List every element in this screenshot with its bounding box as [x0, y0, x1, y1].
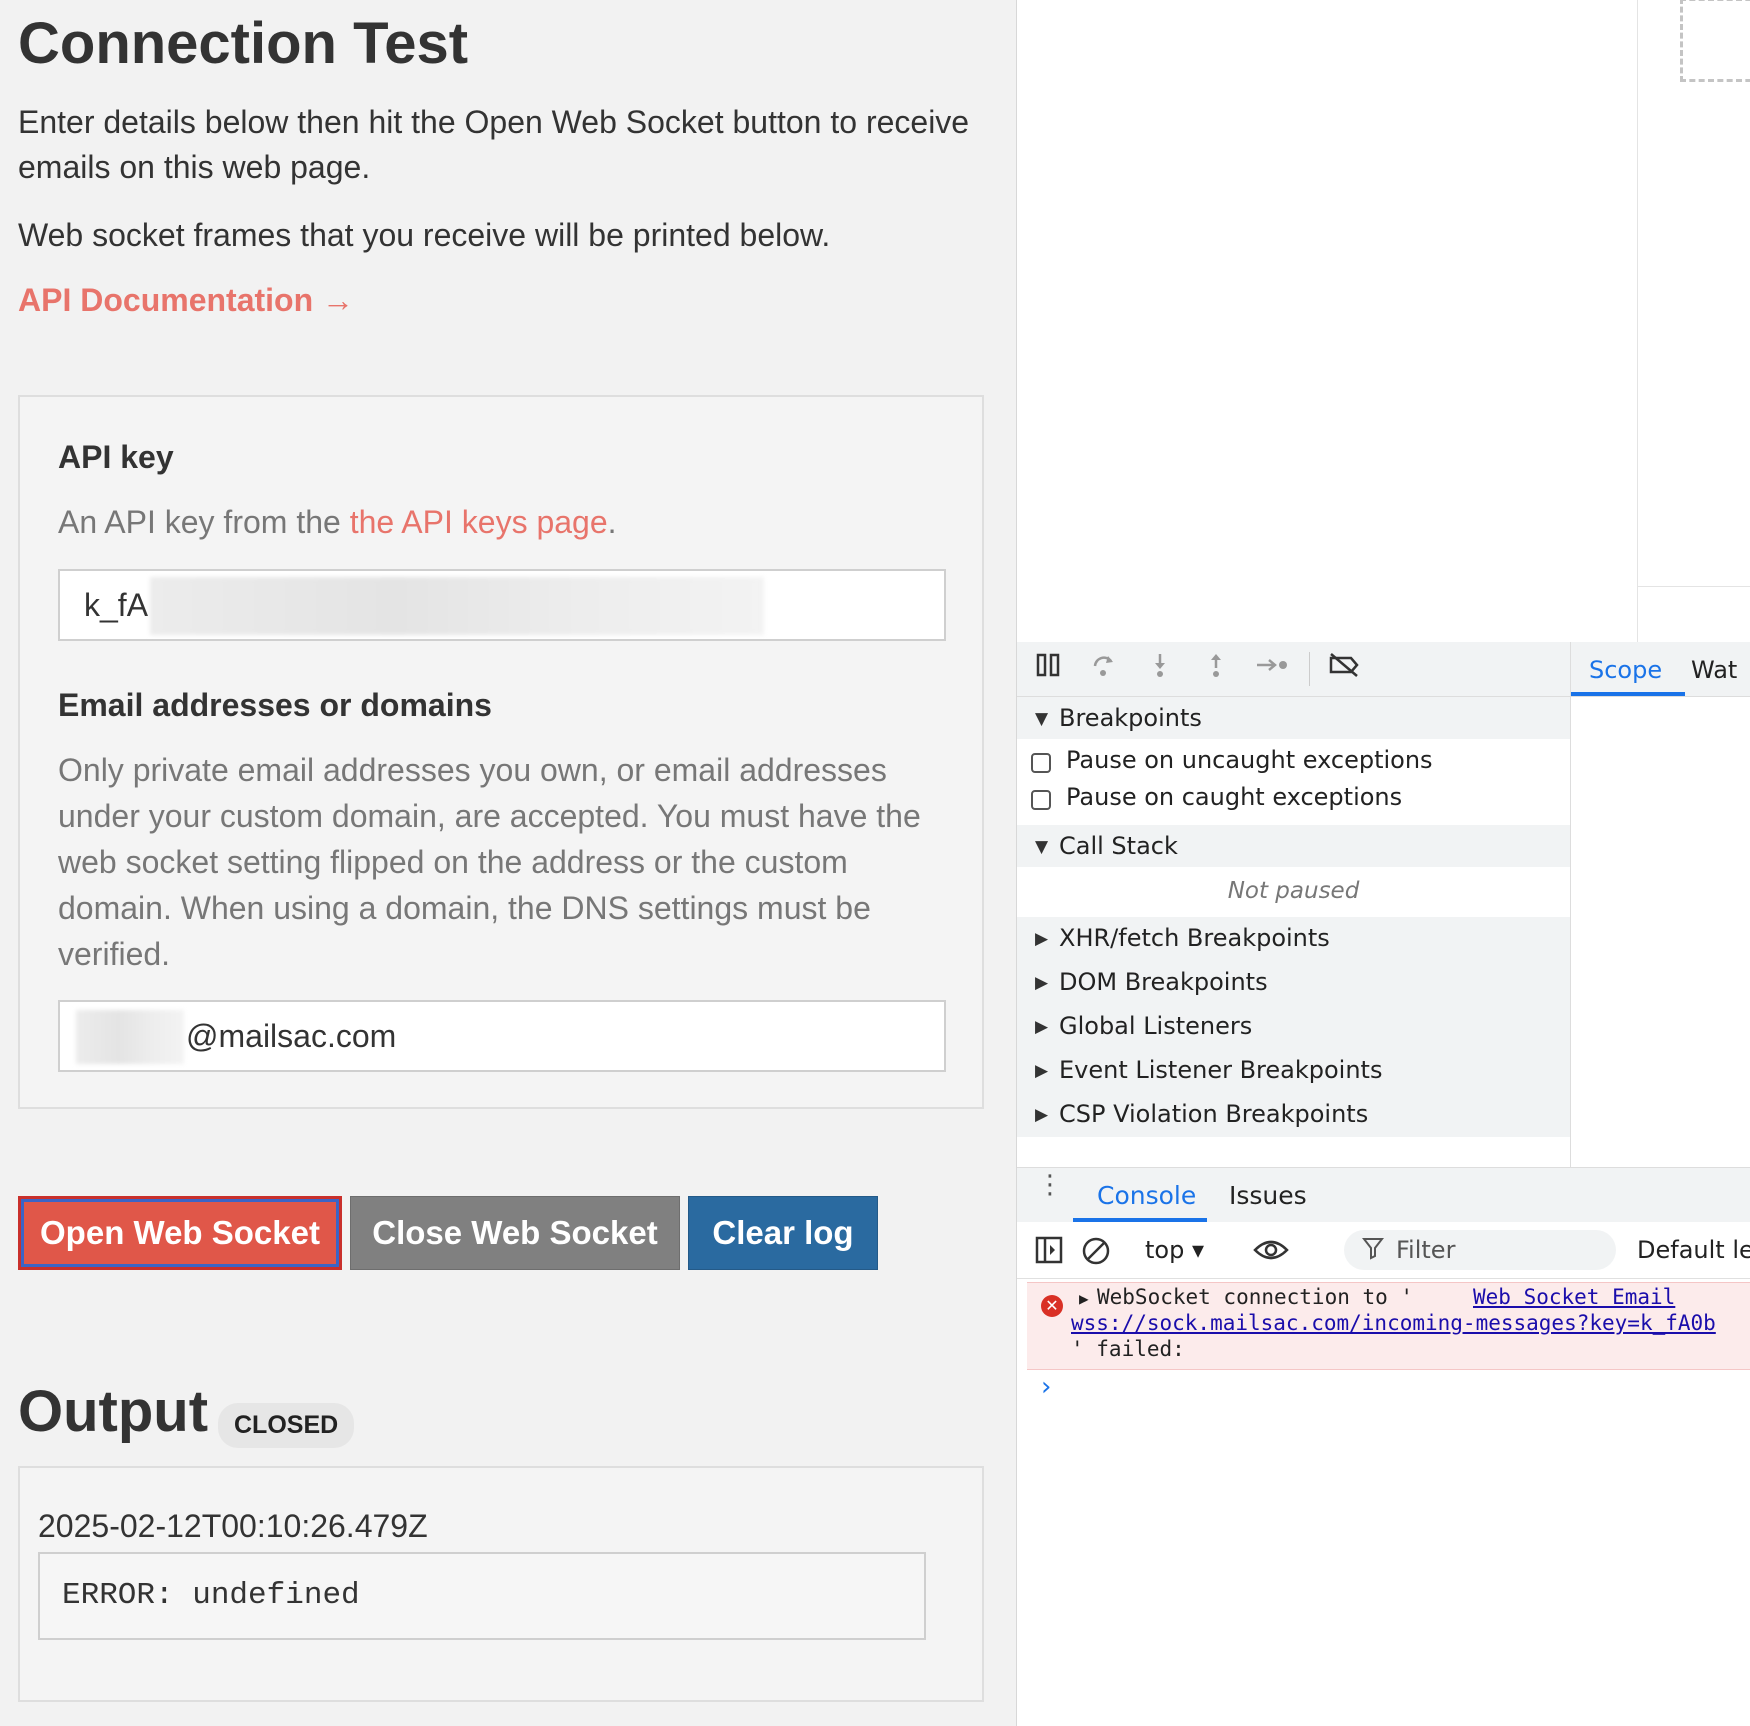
emails-label: Email addresses or domains — [58, 687, 492, 723]
step-icon[interactable] — [1255, 652, 1289, 686]
step-out-icon[interactable] — [1199, 652, 1233, 686]
api-key-help-suffix: . — [607, 504, 617, 540]
settings-card: API key An API key from the the API keys… — [18, 395, 984, 1109]
tab-issues[interactable]: Issues — [1229, 1181, 1307, 1210]
error-source-link[interactable]: Web Socket Email — [1473, 1285, 1675, 1309]
expanded-triangle-icon: ▼ — [1035, 709, 1049, 729]
error-line-text: WebSocket connection to ' — [1097, 1285, 1414, 1309]
sidebar-toggle-icon[interactable] — [1035, 1236, 1063, 1268]
event-listener-breakpoints-section[interactable]: ▶ Event Listener Breakpoints — [1017, 1049, 1570, 1091]
section-label: Event Listener Breakpoints — [1059, 1056, 1383, 1084]
api-key-input[interactable]: k_fA — [58, 569, 946, 641]
output-message: ERROR: undefined — [38, 1552, 926, 1640]
live-expression-eye-icon[interactable] — [1253, 1236, 1289, 1268]
breakpoints-section-header[interactable]: ▼ Breakpoints — [1017, 697, 1570, 739]
filter-icon — [1361, 1236, 1385, 1266]
active-tab-indicator — [1571, 692, 1685, 696]
error-url-link[interactable]: wss://sock.mailsac.com/incoming-messages… — [1071, 1311, 1716, 1335]
redacted-blur — [76, 1010, 184, 1064]
toolbar-separator — [1309, 652, 1310, 686]
section-label: Global Listeners — [1059, 1012, 1253, 1040]
pause-uncaught-checkbox[interactable] — [1031, 753, 1051, 773]
not-paused-text: Not paused — [1227, 878, 1360, 904]
output-title: Output — [18, 1379, 209, 1444]
divider — [1637, 0, 1638, 642]
expand-triangle-icon[interactable]: ▶ — [1079, 1289, 1089, 1308]
clear-console-icon[interactable] — [1081, 1236, 1111, 1270]
devtools-panel: Scope Wat ▼ Breakpoints Pause on uncaugh… — [1017, 642, 1750, 1726]
frames-note: Web socket frames that you receive will … — [18, 217, 831, 253]
api-key-help-prefix: An API key from the — [58, 504, 350, 540]
clear-log-button[interactable]: Clear log — [688, 1196, 878, 1270]
pause-uncaught-label: Pause on uncaught exceptions — [1066, 746, 1433, 774]
log-levels-dropdown[interactable]: Default lev — [1637, 1236, 1750, 1264]
api-key-help: An API key from the the API keys page. — [58, 499, 938, 545]
web-page: Connection Test Enter details below then… — [0, 0, 1016, 1726]
output-timestamp: 2025-02-12T00:10:26.479Z — [38, 1508, 428, 1544]
tab-scope[interactable]: Scope — [1589, 656, 1662, 684]
redacted-blur — [150, 577, 764, 635]
pause-caught-label: Pause on caught exceptions — [1066, 783, 1403, 811]
debugger-toolbar — [1017, 642, 1570, 697]
console-error-message: ✕ ▶ WebSocket connection to ' Web Socket… — [1027, 1282, 1750, 1370]
emails-value: @mailsac.com — [186, 1018, 397, 1054]
dashed-box — [1680, 0, 1750, 82]
collapsed-triangle-icon: ▶ — [1035, 929, 1049, 949]
xhr-breakpoints-section[interactable]: ▶ XHR/fetch Breakpoints — [1017, 917, 1570, 959]
console-filter-input[interactable]: Filter — [1344, 1230, 1616, 1270]
section-label: CSP Violation Breakpoints — [1059, 1100, 1369, 1128]
global-listeners-section[interactable]: ▶ Global Listeners — [1017, 1005, 1570, 1047]
more-options-icon[interactable]: ⋮ — [1037, 1172, 1063, 1198]
pause-caught-checkbox[interactable] — [1031, 790, 1051, 810]
collapsed-triangle-icon: ▶ — [1035, 1017, 1049, 1037]
console-drawer-tabs: ⋮ Console Issues — [1017, 1167, 1750, 1223]
expanded-triangle-icon: ▼ — [1035, 837, 1049, 857]
call-stack-title: Call Stack — [1059, 832, 1178, 860]
intro-text: Enter details below then hit the Open We… — [18, 104, 970, 185]
call-stack-section-header[interactable]: ▼ Call Stack — [1017, 825, 1570, 867]
section-label: XHR/fetch Breakpoints — [1059, 924, 1330, 952]
api-key-value: k_fA — [84, 587, 149, 623]
api-documentation-link[interactable]: API Documentation → — [18, 282, 354, 319]
console-prompt-icon[interactable]: › — [1041, 1372, 1051, 1402]
console-toolbar: top ▾ Filter Default lev — [1017, 1222, 1750, 1279]
emails-input[interactable]: @mailsac.com — [58, 1000, 946, 1072]
close-web-socket-button[interactable]: Close Web Socket — [350, 1196, 680, 1270]
csp-violation-breakpoints-section[interactable]: ▶ CSP Violation Breakpoints — [1017, 1093, 1570, 1135]
collapsed-sections: ▶ XHR/fetch Breakpoints ▶ DOM Breakpoint… — [1017, 917, 1570, 1137]
sidebar-tabs: Scope Wat — [1570, 642, 1750, 697]
step-over-icon[interactable] — [1087, 652, 1121, 686]
open-web-socket-button[interactable]: Open Web Socket — [18, 1196, 342, 1270]
emails-help: Only private email addresses you own, or… — [58, 752, 921, 972]
api-key-label: API key — [58, 439, 174, 475]
page-title: Connection Test — [18, 11, 469, 76]
collapsed-triangle-icon: ▶ — [1035, 1105, 1049, 1125]
status-badge: CLOSED — [218, 1403, 355, 1448]
breakpoints-title: Breakpoints — [1059, 704, 1202, 732]
api-keys-page-link[interactable]: the API keys page — [350, 504, 608, 540]
scope-pane — [1570, 697, 1750, 1167]
tab-watch[interactable]: Wat — [1691, 656, 1737, 684]
collapsed-triangle-icon: ▶ — [1035, 973, 1049, 993]
context-selector[interactable]: top ▾ — [1145, 1236, 1204, 1264]
tab-console[interactable]: Console — [1097, 1181, 1196, 1210]
dom-breakpoints-section[interactable]: ▶ DOM Breakpoints — [1017, 961, 1570, 1003]
pause-icon[interactable] — [1031, 652, 1065, 686]
collapsed-triangle-icon: ▶ — [1035, 1061, 1049, 1081]
error-icon: ✕ — [1041, 1295, 1063, 1317]
step-into-icon[interactable] — [1143, 652, 1177, 686]
divider — [1637, 586, 1750, 587]
page-preview — [1017, 0, 1750, 642]
filter-placeholder: Filter — [1396, 1236, 1456, 1264]
deactivate-breakpoints-icon[interactable] — [1327, 652, 1361, 686]
error-line-failed: ' failed: — [1071, 1337, 1185, 1361]
section-label: DOM Breakpoints — [1059, 968, 1268, 996]
